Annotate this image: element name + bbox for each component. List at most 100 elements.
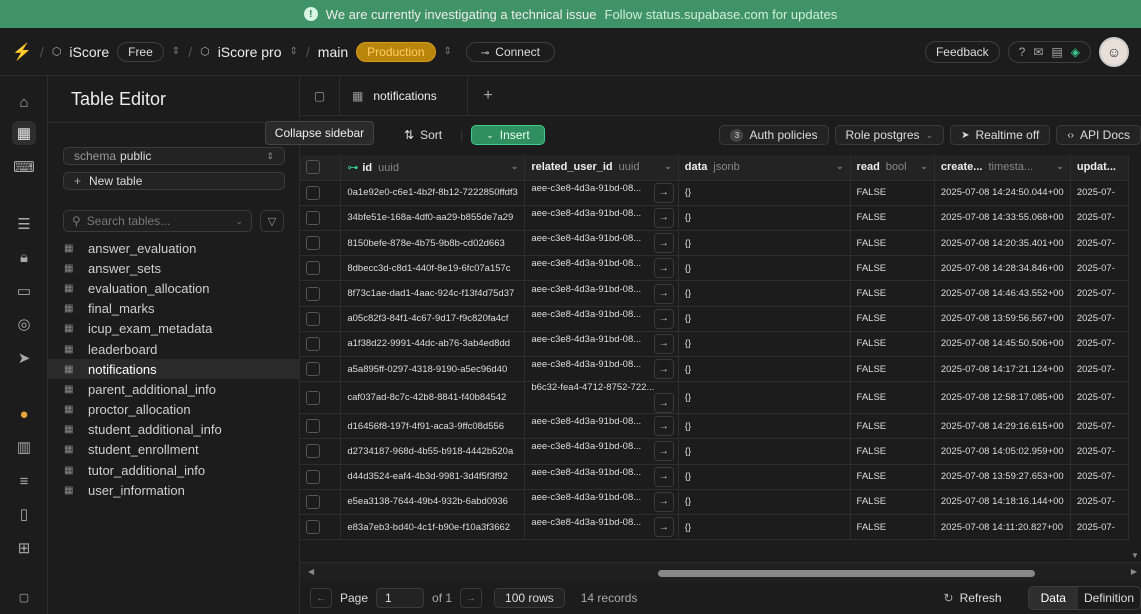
table-row[interactable]: d44d3524-eaf4-4b3d-9981-3d4f5f3f92 aee-c3… [300, 464, 1129, 490]
table-cell[interactable]: a1f38d22-9991-44dc-ab76-3ab4ed8dd [340, 331, 526, 358]
sidebar-item-tutor-additional-info[interactable]: ▦ tutor_additional_info [48, 460, 300, 480]
table-row[interactable]: e83a7eb3-bd40-4c1f-b90e-f10a3f3662 aee-c3… [300, 514, 1129, 541]
table-cell[interactable]: aee-c3e8-4d3a-91bd-08... → [524, 514, 679, 541]
row-checkbox-cell[interactable] [300, 255, 342, 282]
edge-functions-icon[interactable]: ◎ [12, 312, 36, 336]
table-cell[interactable]: 2025-07- [1070, 180, 1129, 206]
org-name[interactable]: iScore [69, 44, 109, 60]
row-checkbox-cell[interactable] [300, 280, 342, 307]
row-checkbox-cell[interactable] [300, 306, 342, 332]
table-cell[interactable]: 2025-07-08 14:18:16.144+00 [934, 489, 1071, 515]
scroll-left-icon[interactable]: ◀ [308, 567, 314, 576]
definition-view-button[interactable]: Definition [1078, 587, 1140, 609]
table-row[interactable]: 34bfe51e-168a-4df0-aa29-b855de7a29 aee-c3… [300, 205, 1129, 232]
row-checkbox[interactable] [306, 261, 320, 276]
table-row[interactable]: a5a895ff-0297-4318-9190-a5ec96d40 aee-c3e… [300, 356, 1129, 383]
table-row[interactable]: e5ea3138-7644-49b4-932b-6abd0936 aee-c3e8… [300, 489, 1129, 515]
page-input[interactable]: 1 [376, 588, 425, 608]
scroll-thumb[interactable] [658, 570, 1035, 577]
arrow-right-icon[interactable]: → [653, 258, 674, 279]
table-cell[interactable]: FALSE [850, 255, 935, 282]
table-cell[interactable]: 2025-07-08 14:05:02.959+00 [934, 438, 1071, 465]
arrow-right-icon[interactable]: → [653, 393, 674, 413]
table-cell[interactable]: 2025-07-08 14:11:20.827+00 [934, 514, 1071, 541]
row-checkbox[interactable] [306, 336, 320, 351]
column-header-4[interactable]: create... timesta... ⌄ [934, 155, 1071, 181]
table-cell[interactable]: aee-c3e8-4d3a-91bd-08... → [524, 180, 679, 206]
rows-per-page-select[interactable]: 100 rows [494, 588, 565, 608]
column-header-1[interactable]: related_user_id uuid ⌄ [524, 155, 679, 181]
row-checkbox[interactable] [306, 236, 320, 251]
table-cell[interactable]: {} [678, 280, 851, 307]
table-cell[interactable]: aee-c3e8-4d3a-91bd-08... → [524, 205, 679, 232]
table-cell[interactable]: 34bfe51e-168a-4df0-aa29-b855de7a29 [340, 205, 526, 232]
advisors-icon[interactable]: ● [12, 402, 36, 426]
arrow-right-icon[interactable]: → [653, 491, 674, 512]
storage-icon[interactable]: ▭ [12, 279, 36, 303]
filter-icon[interactable]: ▽ [260, 210, 284, 232]
table-cell[interactable]: {} [678, 381, 851, 415]
sidebar-item-answer-evaluation[interactable]: ▦ answer_evaluation [48, 238, 300, 258]
table-cell[interactable]: aee-c3e8-4d3a-91bd-08... → [524, 255, 679, 282]
table-row[interactable]: 8dbecc3d-c8d1-440f-8e19-6fc07a157c aee-c3… [300, 255, 1129, 282]
table-cell[interactable]: e5ea3138-7644-49b4-932b-6abd0936 [340, 489, 526, 515]
arrow-right-icon[interactable]: → [653, 182, 674, 203]
insert-button[interactable]: ⌄ Insert [471, 125, 545, 145]
row-checkbox[interactable] [306, 185, 320, 200]
table-cell[interactable]: FALSE [850, 205, 935, 232]
schema-select[interactable]: schema public ⇕ [63, 147, 285, 165]
branch-name[interactable]: main [318, 44, 348, 60]
row-checkbox-cell[interactable] [300, 464, 342, 490]
table-cell[interactable]: FALSE [850, 489, 935, 515]
new-table-button[interactable]: + New table [63, 172, 285, 190]
table-cell[interactable]: 2025-07- [1070, 306, 1129, 332]
org-switch-icon[interactable]: ⇕ [172, 46, 180, 57]
arrow-right-icon[interactable]: → [653, 207, 674, 228]
sidebar-item-final-marks[interactable]: ▦ final_marks [48, 299, 300, 319]
chevron-down-icon[interactable]: ⌄ [836, 161, 844, 172]
scroll-down-icon[interactable]: ▼ [1131, 551, 1139, 560]
table-cell[interactable]: 2025-07-08 14:17:21.124+00 [934, 356, 1071, 383]
column-header-0[interactable]: ⊶ id uuid ⌄ [340, 155, 526, 181]
table-cell[interactable]: aee-c3e8-4d3a-91bd-08... → [524, 464, 679, 490]
arrow-right-icon[interactable]: → [653, 333, 674, 354]
arrow-right-icon[interactable]: → [653, 233, 674, 254]
table-cell[interactable]: {} [678, 230, 851, 257]
row-checkbox-cell[interactable] [300, 413, 342, 440]
table-cell[interactable]: aee-c3e8-4d3a-91bd-08... → [524, 280, 679, 307]
banner-link[interactable]: Follow status.supabase.com for updates [605, 7, 838, 22]
arrow-right-icon[interactable]: → [653, 466, 674, 487]
table-cell[interactable]: a5a895ff-0297-4318-9190-a5ec96d40 [340, 356, 526, 383]
chevron-down-icon[interactable]: ⌄ [1056, 161, 1064, 172]
table-cell[interactable]: 2025-07-08 14:28:34.846+00 [934, 255, 1071, 282]
sidebar-item-user-information[interactable]: ▦ user_information [48, 480, 300, 500]
table-row[interactable]: d16456f8-197f-4f91-aca3-9ffc08d556 aee-c3… [300, 413, 1129, 440]
row-checkbox[interactable] [306, 494, 320, 509]
table-cell[interactable]: d16456f8-197f-4f91-aca3-9ffc08d556 [340, 413, 526, 440]
search-input[interactable]: Search tables... [87, 214, 170, 228]
row-checkbox[interactable] [306, 444, 320, 459]
table-cell[interactable]: e83a7eb3-bd40-4c1f-b90e-f10a3f3662 [340, 514, 526, 541]
table-cell[interactable]: 2025-07- [1070, 413, 1129, 440]
auth-policies-button[interactable]: 3 Auth policies [719, 125, 829, 145]
table-cell[interactable]: aee-c3e8-4d3a-91bd-08... → [524, 356, 679, 383]
table-cell[interactable]: {} [678, 413, 851, 440]
api-docs-icon[interactable]: ▯ [12, 502, 36, 526]
table-row[interactable]: caf037ad-8c7c-42b8-8841-f40b84542 b6c32-f… [300, 381, 1129, 415]
table-row[interactable]: 8150befe-878e-4b75-9b8b-cd02d663 aee-c3e8… [300, 230, 1129, 257]
search-options-icon[interactable]: ⌄ [235, 216, 243, 227]
table-cell[interactable]: 2025-07-08 13:59:56.567+00 [934, 306, 1071, 332]
table-row[interactable]: d2734187-968d-4b55-b918-4442b520a aee-c3e… [300, 438, 1129, 465]
table-cell[interactable]: 8150befe-878e-4b75-9b8b-cd02d663 [340, 230, 526, 257]
chevron-down-icon[interactable]: ⌄ [920, 161, 928, 172]
table-cell[interactable]: FALSE [850, 438, 935, 465]
table-cell[interactable]: 2025-07- [1070, 489, 1129, 515]
arrow-right-icon[interactable]: → [653, 416, 674, 437]
terminal-icon[interactable]: ▤ [1051, 45, 1062, 59]
table-cell[interactable]: aee-c3e8-4d3a-91bd-08... → [524, 489, 679, 515]
row-checkbox-cell[interactable] [300, 180, 342, 206]
select-all-checkbox-cell[interactable] [300, 155, 342, 181]
chevron-down-icon[interactable]: ⌄ [664, 161, 672, 172]
table-cell[interactable]: 8dbecc3d-c8d1-440f-8e19-6fc07a157c [340, 255, 526, 282]
table-cell[interactable]: 2025-07- [1070, 514, 1129, 541]
